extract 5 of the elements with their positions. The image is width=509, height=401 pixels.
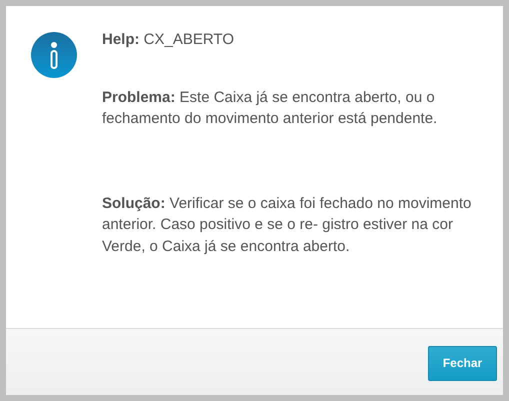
info-icon: [30, 31, 78, 79]
help-title: Help: CX_ABERTO: [102, 30, 235, 50]
problem-text: Problema: Este Caixa já se encontra aberto, ou o fechamento do movimento anterior está pendente.: [102, 88, 438, 129]
close-button[interactable]: Fechar: [428, 346, 497, 380]
solution-text: Solução: Verificar se o caixa foi fechado no movimento anterior. Caso positivo e se o re- gistro estiver na cor Verde, o Caixa já se encontra aberto.: [102, 194, 472, 256]
